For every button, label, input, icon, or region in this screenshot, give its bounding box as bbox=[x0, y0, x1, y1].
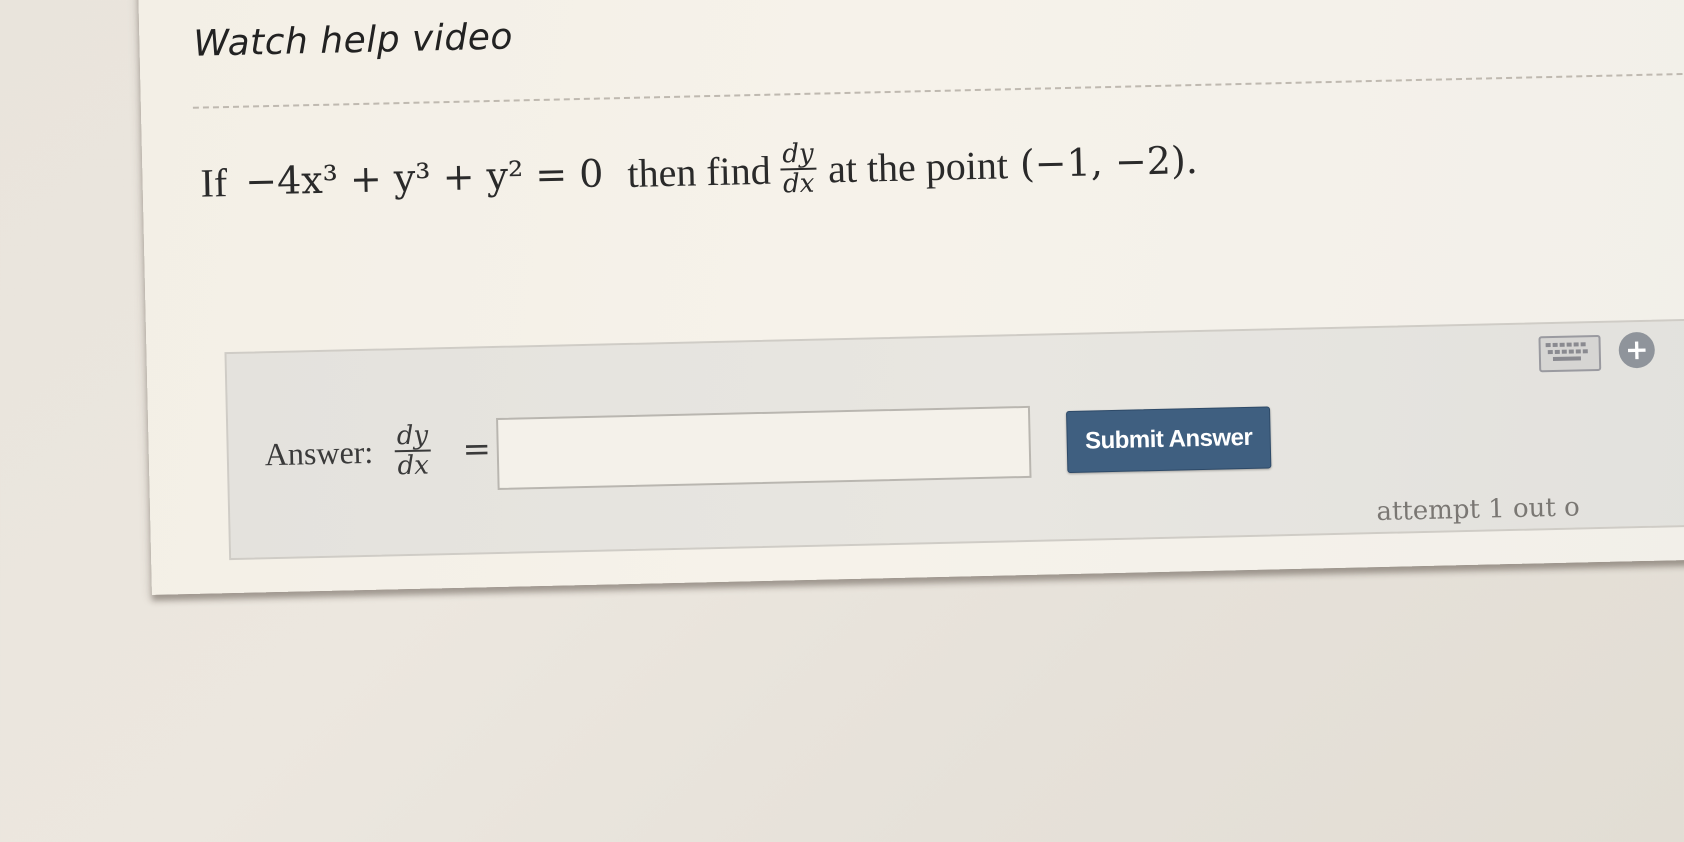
answer-label: Answer: bbox=[264, 433, 374, 472]
question-middle: then find bbox=[626, 147, 772, 196]
answer-input[interactable] bbox=[496, 405, 1032, 490]
problem-card: Watch help video If −4x³ + y³ + y² = 0 t… bbox=[138, 0, 1684, 595]
plus-circle-icon[interactable]: + bbox=[1618, 331, 1656, 369]
question-equation: −4x³ + y³ + y² = 0 bbox=[244, 151, 604, 204]
fraction-numerator: dy bbox=[780, 139, 817, 171]
keyboard-icon[interactable] bbox=[1538, 334, 1602, 373]
question-derivative-fraction: dy dx bbox=[780, 139, 817, 200]
attempt-counter: attempt 1 out o bbox=[1376, 492, 1581, 528]
question-point: (−1, −2). bbox=[1019, 138, 1199, 187]
answer-derivative-fraction: dy dx bbox=[394, 421, 432, 482]
question-prefix: If bbox=[200, 159, 228, 206]
divider bbox=[192, 72, 1684, 109]
fraction-denominator: dx bbox=[782, 168, 815, 200]
keyboard-icon-graphic bbox=[1545, 342, 1588, 361]
answer-label-group: Answer: dy dx = bbox=[264, 420, 492, 483]
question-suffix: at the point bbox=[827, 141, 1009, 191]
equals-sign: = bbox=[462, 429, 492, 470]
submit-answer-button[interactable]: Submit Answer bbox=[1066, 406, 1272, 474]
fraction-denominator: dx bbox=[397, 450, 430, 482]
question-text: If −4x³ + y³ + y² = 0 then find dy dx at… bbox=[200, 131, 1199, 212]
fraction-numerator: dy bbox=[394, 421, 431, 453]
watch-help-video-link[interactable]: Watch help video bbox=[193, 17, 513, 65]
